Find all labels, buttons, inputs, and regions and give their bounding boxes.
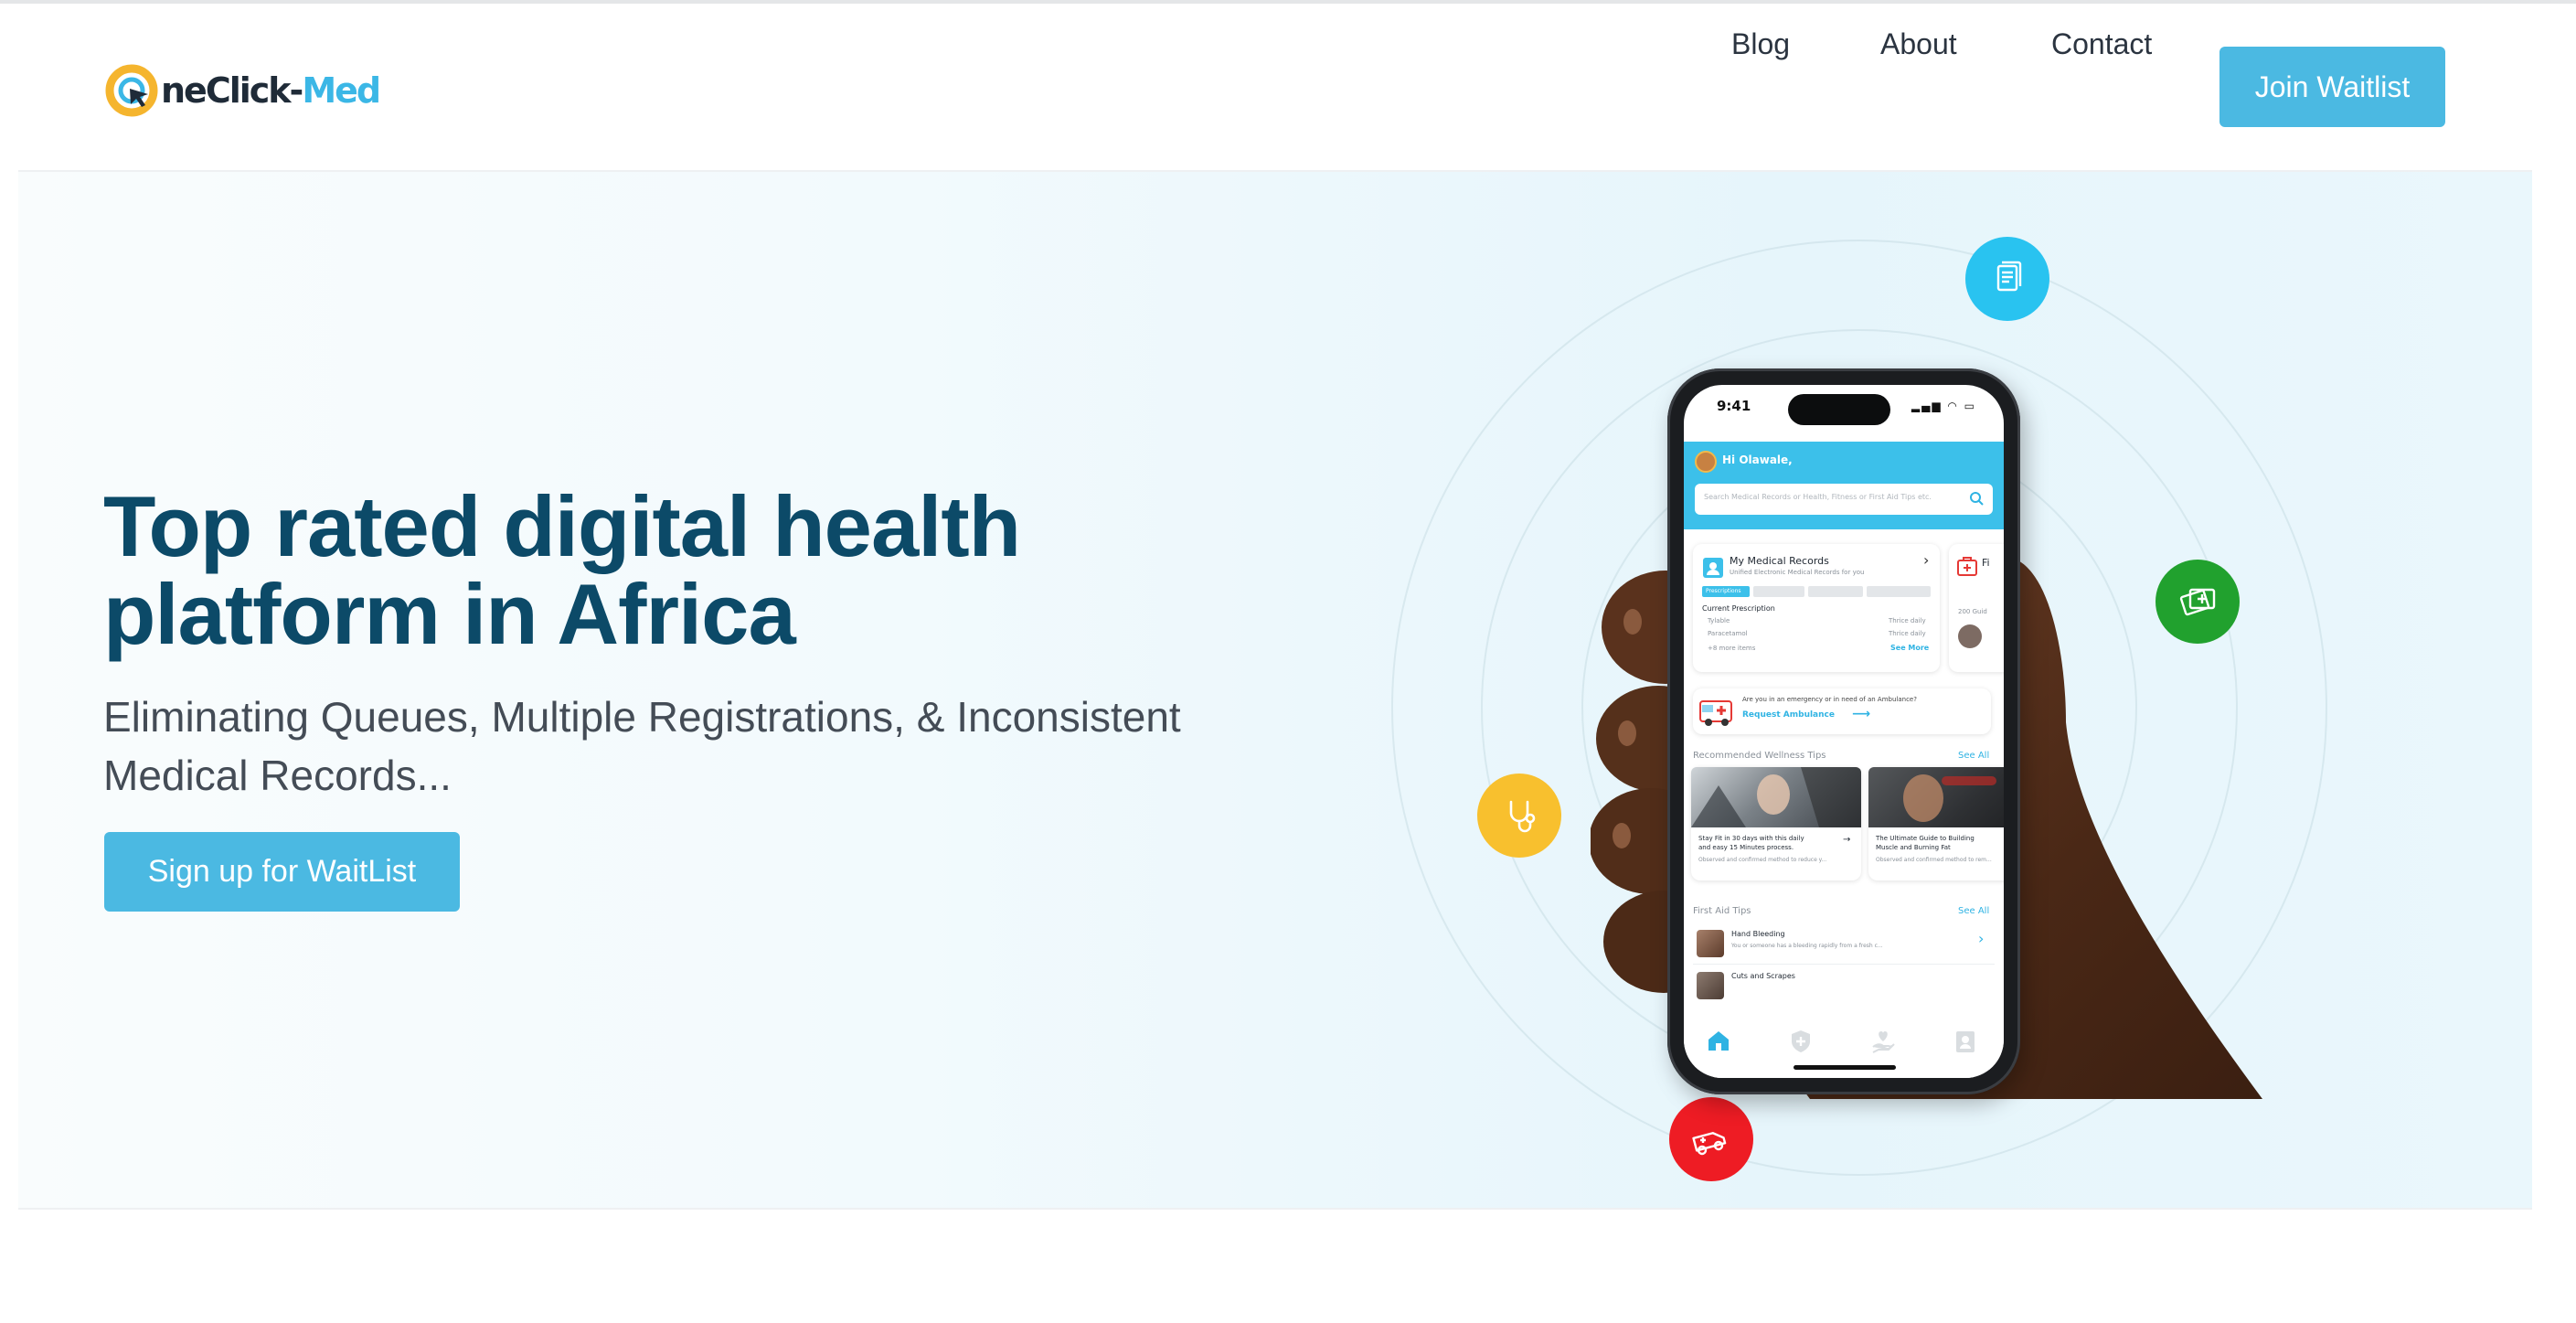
signup-waitlist-button[interactable]: Sign up for WaitList (104, 832, 460, 912)
profile-card-icon[interactable] (1953, 1029, 1978, 1054)
logo-mark-icon (102, 61, 161, 120)
dose-1: Thrice daily (1889, 617, 1926, 624)
shield-plus-icon[interactable] (1788, 1029, 1814, 1054)
ambulance-vehicle-icon (1699, 700, 1732, 726)
hero-headline: Top rated digital health platform in Afr… (103, 483, 1292, 658)
nav-link-about[interactable]: About (1880, 4, 1957, 84)
wellness-section-title: Recommended Wellness Tips (1693, 751, 1826, 761)
logo-text-med: Med (302, 70, 381, 111)
app-header: Hi Olawale, Search Medical Records or He… (1684, 442, 2004, 529)
prescription-section-title: Current Prescription (1702, 604, 1775, 613)
phone-mockup: 9:41 ▂▄▆ ◠ ▭ Hi Olawale, Search Medical … (1667, 368, 2020, 1094)
tab-placeholder-1[interactable] (1753, 586, 1804, 597)
tip-1-arrow-icon[interactable]: → (1843, 835, 1850, 845)
side-card-title: Fi (1982, 557, 1990, 569)
hero-bottom-divider (18, 1208, 2532, 1210)
tab-placeholder-3[interactable] (1867, 586, 1931, 597)
ambulance-icon (1669, 1097, 1753, 1181)
tip-1-title-line-1: Stay Fit in 30 days with this daily (1698, 835, 1804, 842)
dose-2: Thrice daily (1889, 630, 1926, 637)
tip-2-desc: Observed and confirmed method to rem... (1876, 857, 1992, 863)
records-title: My Medical Records (1730, 555, 1829, 567)
first-aid-item-1-title: Hand Bleeding (1731, 930, 1785, 938)
first-aid-item-1-desc: You or someone has a bleeding rapidly fr… (1731, 943, 1883, 949)
stethoscope-icon (1477, 774, 1561, 858)
wellness-tip-card-2[interactable]: The Ultimate Guide to Building Muscle an… (1868, 767, 2004, 880)
wellness-tip-card-1[interactable]: Stay Fit in 30 days with this daily and … (1691, 767, 1861, 880)
heart-hand-icon[interactable] (1870, 1029, 1896, 1054)
avatar[interactable] (1695, 451, 1717, 473)
first-aid-section-title: First Aid Tips (1693, 906, 1751, 916)
guide-avatar (1958, 624, 1982, 648)
search-placeholder: Search Medical Records or Health, Fitnes… (1704, 493, 1932, 501)
first-aid-see-all[interactable]: See All (1958, 906, 1989, 916)
tip-1-title-line-2: and easy 15 Minutes process. (1698, 844, 1794, 851)
arrow-right-icon[interactable]: ⟶ (1852, 707, 1870, 721)
search-input[interactable]: Search Medical Records or Health, Fitnes… (1695, 484, 1993, 515)
records-icon (1703, 558, 1723, 578)
request-ambulance-link[interactable]: Request Ambulance (1742, 710, 1835, 720)
wellness-see-all[interactable]: See All (1958, 751, 1989, 761)
see-more-link[interactable]: See More (1890, 644, 1929, 652)
tab-prescriptions-label: Prescriptions (1706, 588, 1741, 594)
hero-subheading: Eliminating Queues, Multiple Registratio… (103, 688, 1310, 805)
tip-image-1 (1691, 767, 1861, 827)
dynamic-island (1788, 394, 1890, 425)
tab-prescriptions[interactable]: Prescriptions (1702, 586, 1750, 597)
documents-icon (1965, 237, 2049, 321)
logo-wordmark: neClick-Med (161, 61, 381, 120)
navbar: neClick-Med Blog About Contact Join Wait… (0, 4, 2576, 172)
first-aid-item-1[interactable]: Hand Bleeding You or someone has a bleed… (1693, 924, 1995, 965)
headline-line-1: Top rated digital health (103, 478, 1021, 574)
chevron-right-icon[interactable]: › (1923, 551, 1929, 569)
tip-2-title-line-2: Muscle and Burning Fat (1876, 844, 1951, 851)
more-items: +8 more items (1708, 645, 1756, 652)
first-aid-item-2[interactable]: Cuts and Scrapes (1693, 970, 1995, 1010)
chevron-right-icon[interactable]: › (1978, 930, 1984, 947)
subhead-line-2: Medical Records... (103, 752, 452, 799)
status-time: 9:41 (1717, 398, 1751, 414)
tab-placeholder-2[interactable] (1808, 586, 1863, 597)
tip-image-2 (1868, 767, 2004, 827)
first-aid-thumb-1 (1697, 930, 1724, 957)
phone-screen: 9:41 ▂▄▆ ◠ ▭ Hi Olawale, Search Medical … (1684, 385, 2004, 1078)
logo-text-one: neClick- (161, 70, 303, 111)
logo[interactable]: neClick-Med (102, 59, 381, 123)
drug-1: Tylable (1708, 617, 1730, 624)
join-waitlist-button[interactable]: Join Waitlist (2219, 47, 2445, 127)
subhead-line-1: Eliminating Queues, Multiple Registratio… (103, 693, 1181, 741)
medical-records-card[interactable]: My Medical Records Unified Electronic Me… (1693, 544, 1940, 672)
side-card-count: 200 Guid (1958, 608, 1987, 615)
tip-2-title-line-1: The Ultimate Guide to Building (1876, 835, 1975, 842)
status-icons: ▂▄▆ ◠ ▭ (1911, 400, 1976, 412)
nav-link-blog[interactable]: Blog (1731, 4, 1790, 84)
ambulance-question: Are you in an emergency or in need of an… (1742, 696, 1917, 703)
greeting: Hi Olawale, (1722, 453, 1793, 466)
ambulance-request-card[interactable]: Are you in an emergency or in need of an… (1693, 688, 1991, 734)
records-subtitle: Unified Electronic Medical Records for y… (1730, 569, 1865, 576)
first-aid-kit-icon (1957, 557, 1977, 576)
home-indicator (1794, 1065, 1896, 1070)
tip-1-desc: Observed and confirmed method to reduce … (1698, 857, 1827, 863)
headline-line-2: platform in Africa (103, 566, 796, 662)
drug-2: Paracetamol (1708, 630, 1748, 637)
nav-link-contact[interactable]: Contact (2051, 4, 2152, 84)
first-aid-thumb-2 (1697, 972, 1724, 999)
search-icon (1970, 492, 1984, 506)
first-aid-card[interactable]: Fi 200 Guid (1949, 544, 2004, 672)
home-icon[interactable] (1706, 1029, 1731, 1052)
first-aid-item-2-title: Cuts and Scrapes (1731, 972, 1795, 980)
